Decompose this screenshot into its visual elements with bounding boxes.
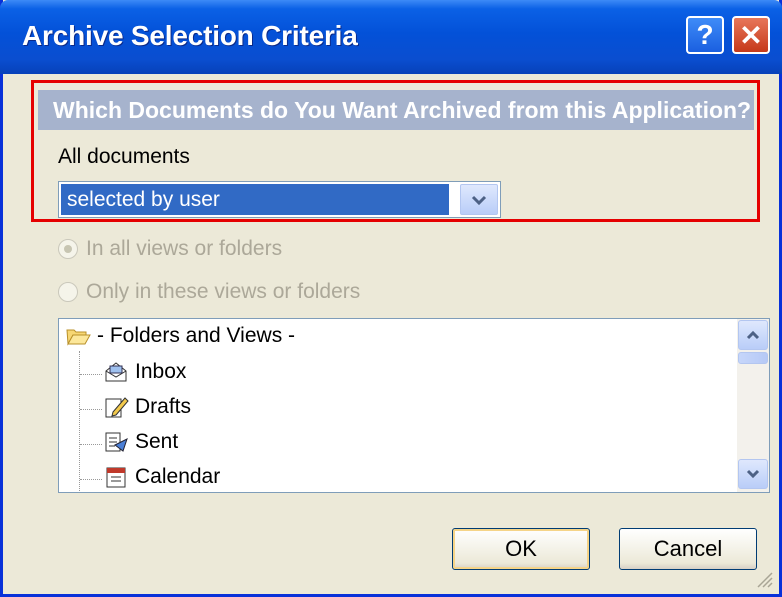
tree-item-inbox[interactable]: Inbox [103, 359, 186, 385]
folders-tree[interactable]: - Folders and Views - Inbox Drafts Sent … [58, 318, 770, 493]
chevron-down-icon [746, 469, 760, 479]
calendar-icon [106, 467, 126, 488]
section-heading: Which Documents do You Want Archived fro… [53, 97, 752, 123]
dropdown-selected-value: selected by user [61, 184, 449, 215]
radio-button[interactable] [58, 282, 78, 302]
radio-button-selected[interactable] [58, 239, 78, 259]
tree-branch [80, 409, 102, 410]
help-button[interactable]: ? [686, 16, 724, 54]
radio-all-views[interactable]: In all views or folders [58, 237, 282, 261]
scroll-down-button[interactable] [738, 459, 768, 489]
scroll-up-button[interactable] [738, 320, 768, 350]
documents-dropdown[interactable]: selected by user [58, 181, 501, 218]
inbox-icon [105, 362, 127, 382]
tree-item-label: Sent [135, 430, 179, 453]
title-bar[interactable]: Archive Selection Criteria ? ✕ [0, 0, 782, 74]
tree-item-label: Drafts [135, 395, 192, 418]
sent-icon [105, 432, 128, 452]
resize-grip-icon[interactable] [755, 570, 773, 588]
radio-all-views-label: In all views or folders [86, 237, 283, 260]
chevron-up-icon [746, 330, 760, 340]
dialog-title: Archive Selection Criteria [22, 20, 358, 51]
drafts-icon [105, 397, 129, 418]
radio-only-these-label: Only in these views or folders [86, 280, 361, 303]
all-documents-label: All documents [58, 145, 190, 168]
tree-item-calendar[interactable]: Calendar [103, 464, 220, 490]
open-folder-icon [66, 329, 91, 346]
tree-branch [80, 444, 102, 445]
radio-only-these-views[interactable]: Only in these views or folders [58, 280, 360, 304]
chevron-down-icon[interactable] [460, 184, 498, 215]
tree-root-label: - Folders and Views - [97, 324, 296, 347]
close-button[interactable]: ✕ [732, 16, 770, 54]
scroll-thumb[interactable] [738, 352, 768, 364]
archive-selection-dialog: Archive Selection Criteria ? ✕ Which Doc… [0, 0, 782, 597]
tree-connector [79, 351, 80, 492]
section-header: Which Documents do You Want Archived fro… [38, 90, 754, 130]
tree-scrollbar[interactable] [737, 319, 769, 492]
tree-branch [80, 479, 102, 480]
tree-item-label: Inbox [135, 360, 187, 383]
tree-root[interactable]: - Folders and Views - [65, 323, 295, 349]
tree-item-label: Calendar [135, 465, 221, 488]
tree-branch [80, 374, 102, 375]
tree-item-sent[interactable]: Sent [103, 429, 178, 455]
tree-item-drafts[interactable]: Drafts [103, 394, 191, 420]
cancel-button[interactable]: Cancel [619, 528, 757, 570]
ok-button[interactable]: OK [452, 528, 590, 570]
